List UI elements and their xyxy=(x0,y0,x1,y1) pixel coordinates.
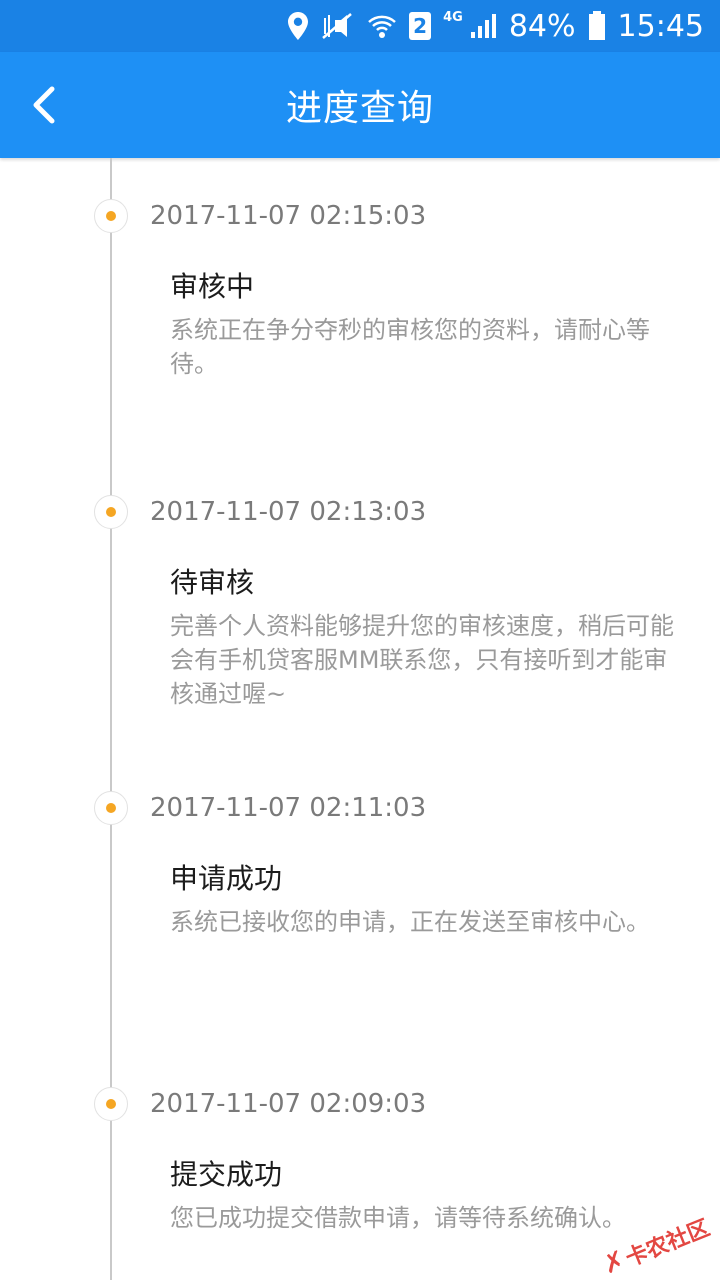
entry-status: 待审核 xyxy=(170,561,254,601)
timeline-node-icon xyxy=(94,199,128,233)
entry-time: 2017-11-07 02:13:03 xyxy=(150,495,426,529)
battery-percent: 84% xyxy=(509,9,576,44)
timeline-node-icon xyxy=(94,495,128,529)
wifi-icon xyxy=(367,12,397,40)
progress-timeline: 2017-11-07 02:15:03 审核中 系统正在争分夺秒的审核您的资料，… xyxy=(0,158,720,1280)
status-bar: 2 4G 84% 15:45 xyxy=(0,0,720,52)
entry-time: 2017-11-07 02:11:03 xyxy=(150,791,426,825)
entry-description: 系统已接收您的申请，正在发送至审核中心。 xyxy=(170,905,690,939)
timeline-node-icon xyxy=(94,1087,128,1121)
sim-slot-badge: 2 xyxy=(409,12,431,40)
chevron-left-icon xyxy=(30,85,58,125)
entry-description: 您已成功提交借款申请，请等待系统确认。 xyxy=(170,1201,690,1235)
entry-description: 系统正在争分夺秒的审核您的资料，请耐心等待。 xyxy=(170,313,690,381)
entry-status: 提交成功 xyxy=(170,1153,282,1193)
entry-status: 审核中 xyxy=(170,265,254,305)
back-button[interactable] xyxy=(14,75,74,135)
entry-time: 2017-11-07 02:09:03 xyxy=(150,1087,426,1121)
clock: 15:45 xyxy=(618,9,704,44)
timeline-node-icon xyxy=(94,791,128,825)
battery-icon xyxy=(588,11,606,41)
vibrate-mute-icon xyxy=(321,12,355,40)
entry-description: 完善个人资料能够提升您的审核速度，稍后可能会有手机贷客服MM联系您，只有接听到才… xyxy=(170,609,690,711)
entry-time: 2017-11-07 02:15:03 xyxy=(150,199,426,233)
app-bar: 进度查询 xyxy=(0,52,720,158)
network-type: 4G xyxy=(443,10,463,25)
signal-icon xyxy=(469,12,497,40)
entry-status: 申请成功 xyxy=(170,857,282,897)
page-title: 进度查询 xyxy=(286,79,434,131)
location-icon xyxy=(287,11,309,41)
